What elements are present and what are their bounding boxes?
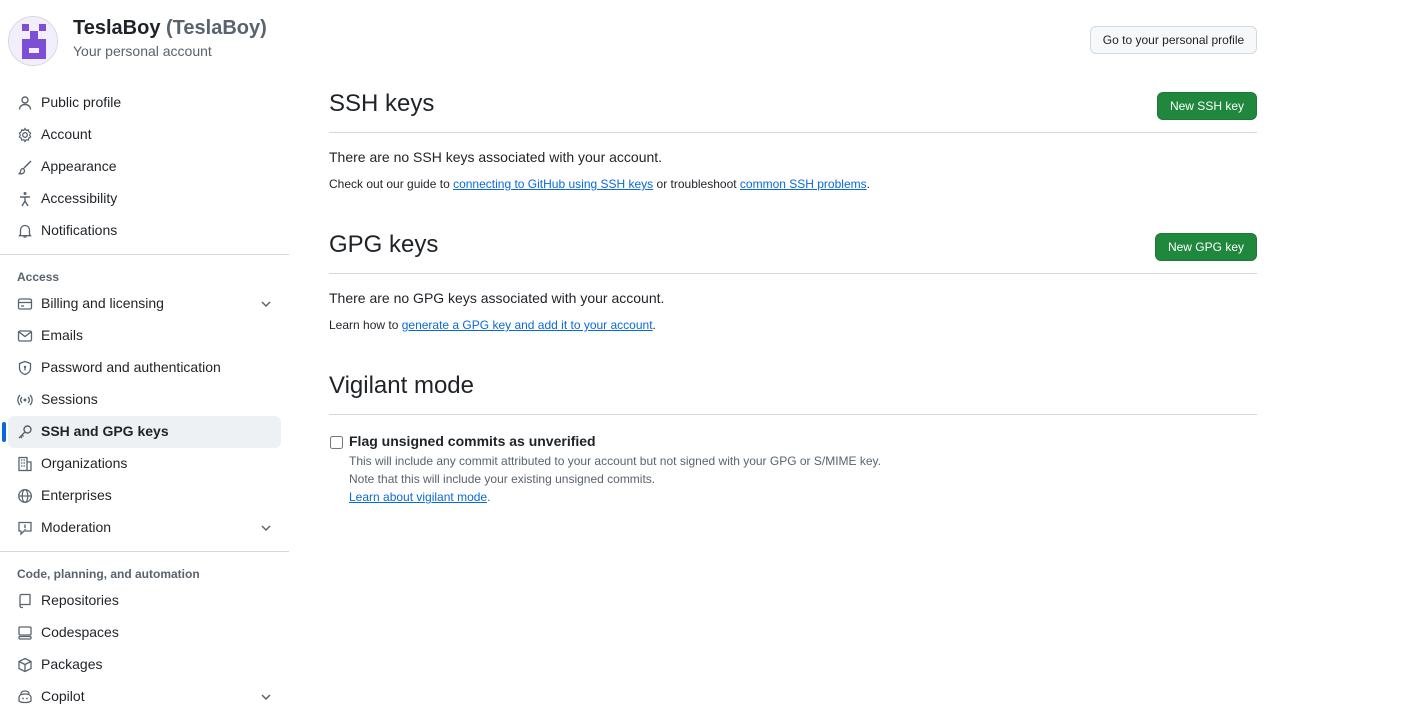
ssh-troubleshoot-link[interactable]: common SSH problems: [740, 177, 867, 191]
flag-unsigned-checkbox[interactable]: [330, 436, 343, 449]
sidebar-item-label: Repositories: [41, 592, 119, 608]
user-handle[interactable]: (TeslaBoy): [166, 17, 267, 39]
gpg-hint-prefix: Learn how to: [329, 318, 402, 332]
ssh-help-text: Check out our guide to connecting to Git…: [329, 177, 1257, 191]
sidebar-item-billing[interactable]: Billing and licensing: [8, 288, 281, 320]
ssh-empty-message: There are no SSH keys associated with yo…: [329, 149, 663, 165]
sidebar-item-label: Codespaces: [41, 624, 119, 640]
paintbrush-icon: [18, 160, 32, 175]
learn-vigilant-mode-link[interactable]: Learn about vigilant mode: [349, 490, 487, 504]
ssh-hint-middle: or troubleshoot: [653, 177, 740, 191]
repo-icon: [19, 593, 31, 609]
bell-icon: [18, 224, 32, 238]
sidebar-item-label: Password and authentication: [41, 359, 221, 375]
sidebar-item-label: Organizations: [41, 455, 128, 471]
sidebar-item-label: Notifications: [41, 222, 118, 238]
sidebar-item-label: Copilot: [41, 688, 85, 704]
gpg-hint-suffix: .: [652, 318, 656, 332]
vigilant-learn: Learn about vigilant mode.: [349, 490, 490, 504]
accessibility-icon: [20, 192, 30, 207]
sidebar-section-access: Access: [17, 270, 60, 284]
person-icon: [18, 96, 32, 110]
new-ssh-key-button[interactable]: New SSH key: [1156, 92, 1257, 120]
gpg-keys-title: GPG keys: [329, 231, 439, 258]
sidebar-item-label: Billing and licensing: [41, 295, 164, 311]
sidebar-item-moderation[interactable]: Moderation: [8, 512, 281, 544]
settings-sidebar: Public profile Account Appearance Access…: [0, 87, 290, 713]
sidebar-item-sessions[interactable]: Sessions: [8, 384, 281, 416]
sidebar-item-public-profile[interactable]: Public profile: [8, 87, 281, 119]
shield-lock-icon: [18, 360, 32, 376]
ssh-hint-prefix: Check out our guide to: [329, 177, 454, 191]
sidebar-item-label: Packages: [41, 656, 103, 672]
sidebar-item-label: Moderation: [41, 519, 112, 535]
sidebar-divider: [0, 254, 289, 255]
sidebar-item-label: Emails: [41, 327, 84, 343]
sidebar-item-organizations[interactable]: Organizations: [8, 448, 281, 480]
sidebar-item-label: Account: [41, 126, 92, 142]
vigilant-mode-section: Vigilant mode Flag unsigned commits as u…: [329, 366, 1257, 511]
gpg-help-text: Learn how to generate a GPG key and add …: [329, 318, 1257, 332]
credit-card-icon: [17, 298, 33, 310]
user-display-name[interactable]: TeslaBoy: [73, 17, 160, 39]
sidebar-item-repositories[interactable]: Repositories: [8, 585, 281, 617]
sidebar-section-code: Code, planning, and automation: [17, 567, 200, 581]
vigilant-mode-title: Vigilant mode: [329, 372, 474, 399]
go-to-profile-button[interactable]: Go to your personal profile: [1090, 26, 1257, 54]
sidebar-item-packages[interactable]: Packages: [8, 649, 281, 681]
ssh-guide-link[interactable]: connecting to GitHub using SSH keys: [453, 177, 653, 191]
ssh-keys-header: SSH keys New SSH key: [329, 84, 1257, 133]
sidebar-item-notifications[interactable]: Notifications: [8, 215, 281, 247]
sidebar-item-label: Accessibility: [41, 190, 118, 206]
sidebar-item-enterprises[interactable]: Enterprises: [8, 480, 281, 512]
ssh-gpg-main: SSH keys New SSH key There are no SSH ke…: [329, 84, 1257, 511]
account-subtitle: Your personal account: [73, 43, 212, 59]
flag-unsigned-label[interactable]: Flag unsigned commits as unverified: [349, 433, 596, 449]
organization-icon: [18, 456, 32, 472]
gpg-guide-link[interactable]: generate a GPG key and add it to your ac…: [402, 318, 653, 332]
sidebar-item-label: Appearance: [41, 158, 117, 174]
package-icon: [18, 657, 32, 673]
report-icon: [18, 521, 32, 536]
vigilant-learn-suffix: .: [487, 490, 491, 504]
mail-icon: [17, 330, 33, 342]
sidebar-item-password-auth[interactable]: Password and authentication: [8, 352, 281, 384]
broadcast-icon: [17, 394, 33, 406]
ssh-keys-title: SSH keys: [329, 90, 435, 117]
sidebar-item-label: Public profile: [41, 94, 122, 110]
copilot-icon: [18, 690, 32, 704]
chevron-down-icon[interactable]: [258, 296, 274, 312]
sidebar-item-accessibility[interactable]: Accessibility: [8, 183, 281, 215]
user-name[interactable]: TeslaBoy (TeslaBoy): [73, 17, 267, 40]
vigilant-mode-option: Flag unsigned commits as unverified This…: [329, 431, 1257, 511]
sidebar-divider: [0, 551, 289, 552]
ssh-keys-section: SSH keys New SSH key There are no SSH ke…: [329, 84, 1257, 191]
sidebar-item-ssh-gpg-keys[interactable]: SSH and GPG keys: [2, 416, 281, 448]
globe-icon: [18, 489, 32, 503]
ssh-hint-suffix: .: [866, 177, 870, 191]
chevron-down-icon[interactable]: [258, 520, 274, 536]
sidebar-item-emails[interactable]: Emails: [8, 320, 281, 352]
sidebar-item-account[interactable]: Account: [8, 119, 281, 151]
new-gpg-key-button[interactable]: New GPG key: [1154, 233, 1257, 261]
key-icon: [18, 425, 32, 439]
sidebar-item-appearance[interactable]: Appearance: [8, 151, 281, 183]
gpg-empty-message: There are no GPG keys associated with yo…: [329, 290, 665, 306]
sidebar-item-label: Enterprises: [41, 487, 112, 503]
gear-icon: [18, 127, 32, 143]
vigilant-note-1: This will include any commit attributed …: [349, 454, 882, 468]
codespaces-icon: [18, 626, 32, 640]
vigilant-note-2: Note that this will include your existin…: [349, 472, 656, 486]
gpg-keys-section: GPG keys New GPG key There are no GPG ke…: [329, 225, 1257, 332]
sidebar-item-label: SSH and GPG keys: [41, 423, 169, 439]
sidebar-item-label: Sessions: [41, 391, 98, 407]
vigilant-mode-header: Vigilant mode: [329, 366, 1257, 415]
sidebar-item-copilot[interactable]: Copilot: [8, 681, 281, 713]
gpg-keys-header: GPG keys New GPG key: [329, 225, 1257, 274]
chevron-down-icon[interactable]: [258, 689, 274, 705]
account-header: TeslaBoy (TeslaBoy) Your personal accoun…: [8, 16, 1258, 66]
avatar[interactable]: [8, 16, 58, 66]
sidebar-item-codespaces[interactable]: Codespaces: [8, 617, 281, 649]
